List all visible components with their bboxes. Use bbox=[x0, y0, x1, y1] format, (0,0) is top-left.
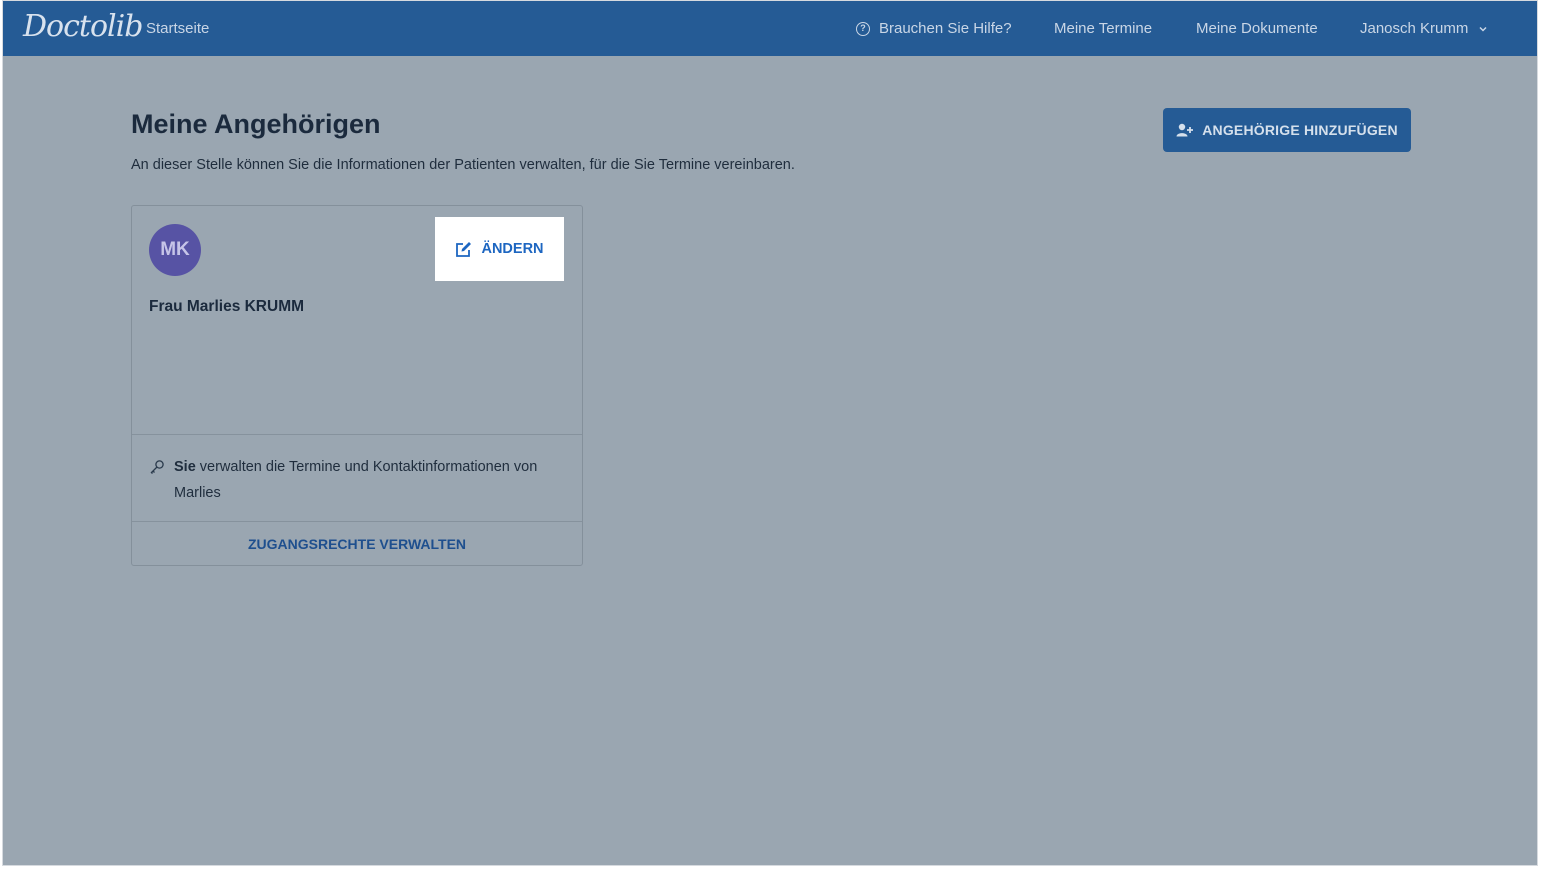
card-divider bbox=[132, 521, 582, 522]
access-info: Sie verwalten die Termine und Kontaktinf… bbox=[149, 454, 559, 506]
edit-button-label: ÄNDERN bbox=[481, 241, 544, 257]
card-divider bbox=[132, 434, 582, 435]
doctolib-logo[interactable]: Doctolib bbox=[23, 9, 143, 49]
user-name: Janosch Krumm bbox=[1360, 20, 1469, 37]
chevron-down-icon bbox=[1479, 26, 1487, 32]
top-navigation: Doctolib Startseite ? Brauchen Sie Hilfe… bbox=[3, 1, 1537, 56]
add-relative-label: ANGEHÖRIGE HINZUFÜGEN bbox=[1202, 122, 1398, 138]
nav-appointments-link[interactable]: Meine Termine bbox=[1054, 20, 1152, 37]
manage-access-link[interactable]: ZUGANGSRECHTE VERWALTEN bbox=[132, 536, 582, 552]
help-circle-icon: ? bbox=[856, 21, 870, 36]
app-window: Doctolib Startseite ? Brauchen Sie Hilfe… bbox=[2, 0, 1538, 866]
relative-card: MK ÄNDERN Frau Marlies KRUMM Sie verwalt… bbox=[131, 205, 583, 566]
nav-help-label: Brauchen Sie Hilfe? bbox=[879, 20, 1012, 37]
key-icon bbox=[150, 460, 164, 474]
avatar: MK bbox=[149, 224, 201, 276]
user-menu[interactable]: Janosch Krumm bbox=[1360, 20, 1488, 37]
nav-home-link[interactable]: Startseite bbox=[146, 20, 209, 37]
edit-button[interactable]: ÄNDERN bbox=[435, 217, 564, 281]
nav-help-link[interactable]: ? Brauchen Sie Hilfe? bbox=[856, 20, 1012, 37]
page-title: Meine Angehörigen bbox=[131, 109, 381, 139]
access-subject: Sie bbox=[174, 459, 196, 475]
access-text: Sie verwalten die Termine und Kontaktinf… bbox=[174, 454, 559, 506]
add-relative-button[interactable]: ANGEHÖRIGE HINZUFÜGEN bbox=[1163, 108, 1411, 152]
access-description: verwalten die Termine und Kontaktinforma… bbox=[174, 459, 538, 501]
relative-name: Frau Marlies KRUMM bbox=[149, 298, 305, 315]
nav-documents-link[interactable]: Meine Dokumente bbox=[1196, 20, 1318, 37]
add-user-icon bbox=[1176, 123, 1194, 137]
edit-icon bbox=[456, 241, 472, 257]
page-subtitle: An dieser Stelle können Sie die Informat… bbox=[131, 157, 795, 173]
